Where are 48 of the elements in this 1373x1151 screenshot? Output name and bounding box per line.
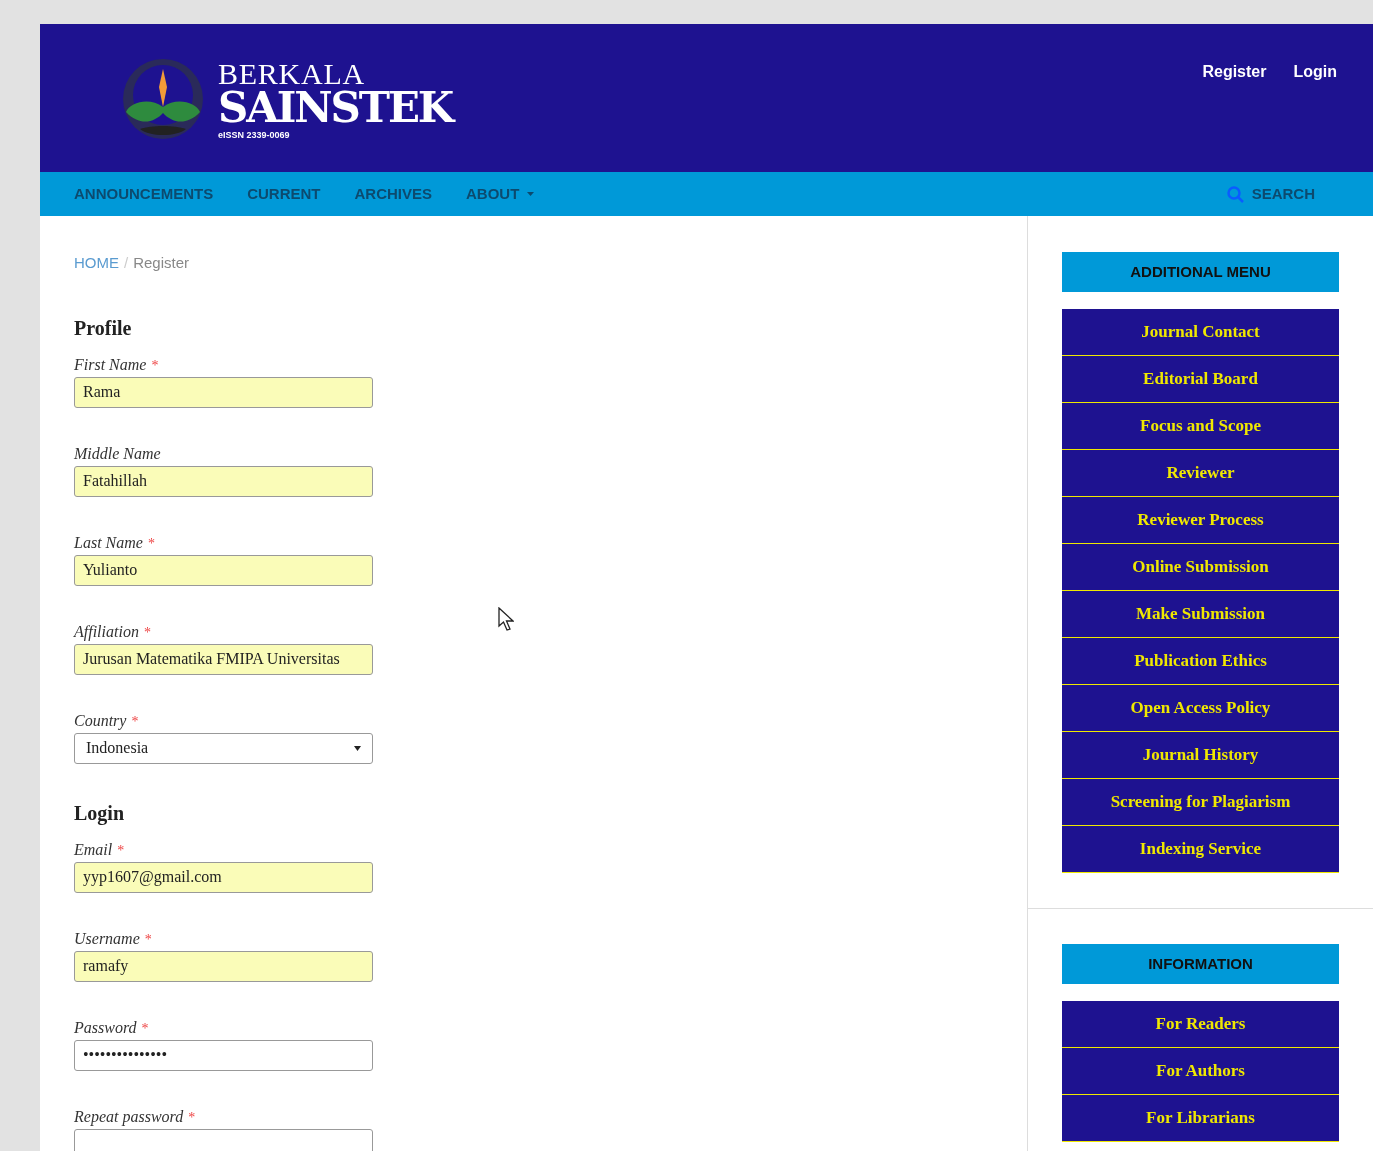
- breadcrumb-separator: /: [124, 253, 129, 273]
- password-field[interactable]: [74, 1128, 373, 1151]
- field-label: First Name *: [74, 354, 159, 375]
- sidebar-menu-item[interactable]: For Authors: [1062, 1048, 1339, 1095]
- input-field[interactable]: Yulianto: [74, 554, 373, 586]
- field-label: Country *: [74, 710, 139, 732]
- sidebar-menu-item[interactable]: Indexing Service: [1062, 826, 1339, 873]
- search-icon: [1226, 185, 1244, 203]
- field-label: Affiliation *: [74, 621, 151, 643]
- logo-title: BERKALA: [218, 58, 366, 89]
- input-field[interactable]: Jurusan Matematika FMIPA Universitas: [74, 643, 373, 675]
- field-label: Last Name *: [74, 532, 155, 553]
- block-heading: INFORMATION: [1062, 944, 1339, 984]
- header-link[interactable]: Register: [1202, 60, 1267, 84]
- sidebar-menu-item[interactable]: Reviewer Process: [1062, 497, 1339, 544]
- sidebar-menu-item[interactable]: Focus and Scope: [1062, 403, 1339, 450]
- input-field[interactable]: ramafy: [74, 950, 373, 982]
- sidebar-menu-item[interactable]: Journal Contact: [1062, 309, 1339, 356]
- section-heading: Login: [74, 800, 126, 827]
- sidebar-menu-item[interactable]: Make Submission: [1062, 591, 1339, 638]
- field-label: Middle Name: [74, 443, 161, 464]
- password-field[interactable]: •••••••••••••••: [74, 1039, 373, 1071]
- issn-text: eISSN 2339-0069: [218, 130, 291, 140]
- breadcrumb-current: Register: [133, 253, 190, 273]
- leaf-emblem-icon: [120, 57, 206, 141]
- sidebar-menu-item[interactable]: For Librarians: [1062, 1095, 1339, 1142]
- sidebar-menu-item[interactable]: Online Submission: [1062, 544, 1339, 591]
- mouse-pointer-icon: [498, 607, 514, 631]
- sidebar-menu-item[interactable]: For Readers: [1062, 1001, 1339, 1048]
- field-label: Repeat password *: [74, 1106, 196, 1128]
- field-label: Email *: [74, 839, 125, 860]
- sidebar-menu-item[interactable]: Publication Ethics: [1062, 638, 1339, 685]
- country-select[interactable]: Indonesia: [74, 732, 373, 764]
- field-label: Username *: [74, 928, 152, 949]
- input-field[interactable]: yyp1607@gmail.com: [74, 861, 373, 893]
- input-field[interactable]: Rama: [74, 376, 373, 408]
- block-heading: ADDITIONAL MENU: [1062, 252, 1339, 292]
- sidebar-menu-item[interactable]: Editorial Board: [1062, 356, 1339, 403]
- sidebar-menu-item[interactable]: Screening for Plagiarism: [1062, 779, 1339, 826]
- header-link[interactable]: Login: [1293, 60, 1337, 84]
- input-field[interactable]: Fatahillah: [74, 465, 373, 497]
- section-heading: Profile: [74, 315, 133, 341]
- logo-title: SAINSTEK: [218, 86, 453, 129]
- caret-icon: [354, 745, 361, 751]
- sidebar-menu-item[interactable]: Reviewer: [1062, 450, 1339, 497]
- sidebar-menu-item[interactable]: Open Access Policy: [1062, 685, 1339, 732]
- field-label: Password *: [74, 1017, 149, 1038]
- sidebar-menu-item[interactable]: Journal History: [1062, 732, 1339, 779]
